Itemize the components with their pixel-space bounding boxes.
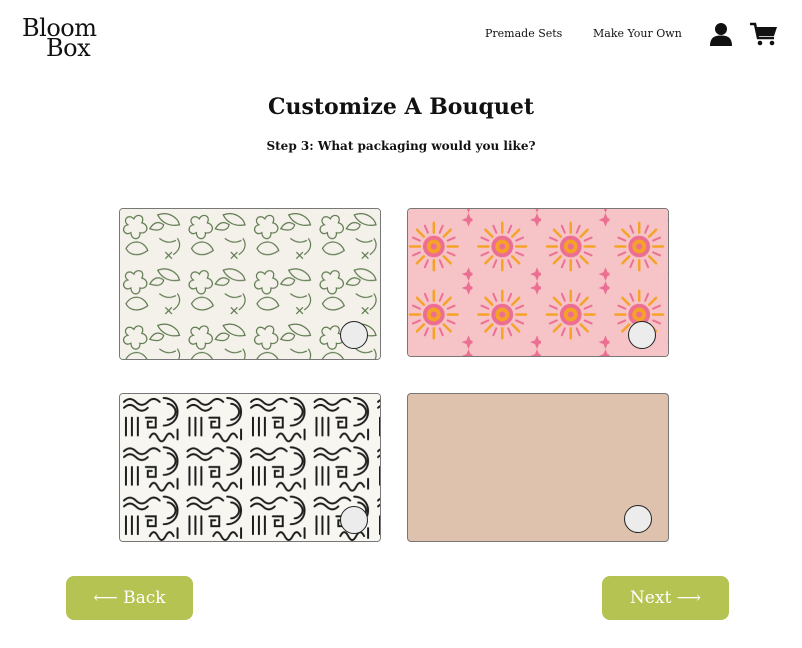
back-button[interactable]: ⟵ Back [66, 576, 193, 620]
select-radio-sunburst[interactable] [628, 321, 656, 349]
select-radio-floral[interactable] [340, 321, 368, 349]
step-question: Step 3: What packaging would you like? [266, 139, 536, 153]
select-radio-plain-tan[interactable] [624, 505, 652, 533]
select-radio-squiggle[interactable] [340, 506, 368, 534]
user-icon[interactable] [709, 22, 733, 46]
nav-make-your-own[interactable]: Make Your Own [593, 27, 682, 40]
nav-premade-sets[interactable]: Premade Sets [485, 27, 562, 40]
cart-icon[interactable] [750, 22, 778, 46]
logo-text-box: Box [46, 34, 91, 62]
page-title: Customize A Bouquet [267, 94, 535, 120]
next-button[interactable]: Next ⟶ [602, 576, 729, 620]
bloom-box-logo[interactable]: Bloom Box [22, 14, 112, 62]
